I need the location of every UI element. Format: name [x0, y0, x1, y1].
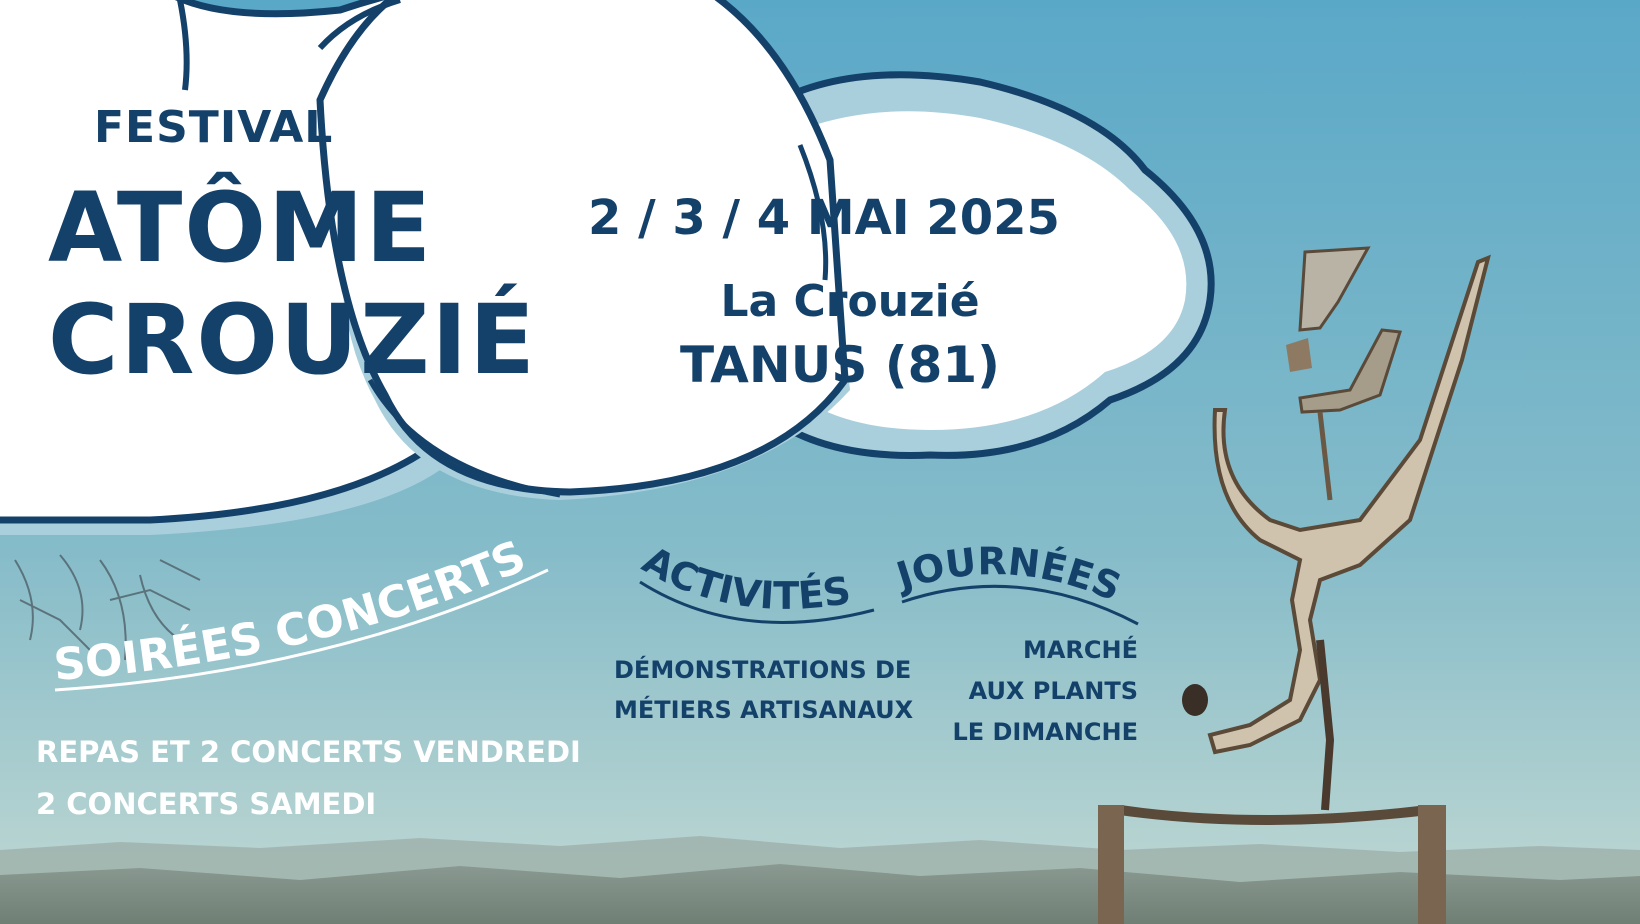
journees-line-3: LE DIMANCHE: [952, 718, 1138, 746]
festival-poster: SOIRÉES CONCERTS ACTIVITÉS JOURNÉES FEST…: [0, 0, 1640, 924]
event-dates: 2 / 3 / 4 MAI 2025: [588, 190, 1060, 246]
journees-line-2: AUX PLANTS: [968, 677, 1138, 705]
soirees-line-2: 2 CONCERTS SAMEDI: [36, 787, 377, 821]
title-line1: ATÔME: [48, 172, 434, 284]
soirees-line-1: REPAS ET 2 CONCERTS VENDREDI: [36, 735, 581, 769]
journees-line-1: MARCHÉ: [1022, 636, 1138, 664]
festival-label: FESTIVAL: [94, 102, 334, 153]
activites-line-1: DÉMONSTRATIONS DE: [614, 656, 912, 684]
activites-line-2: MÉTIERS ARTISANAUX: [614, 696, 914, 724]
title-line2: CROUZIÉ: [48, 284, 537, 396]
place-line2: TANUS (81): [679, 336, 1001, 394]
place-line1: La Crouzié: [720, 276, 980, 327]
